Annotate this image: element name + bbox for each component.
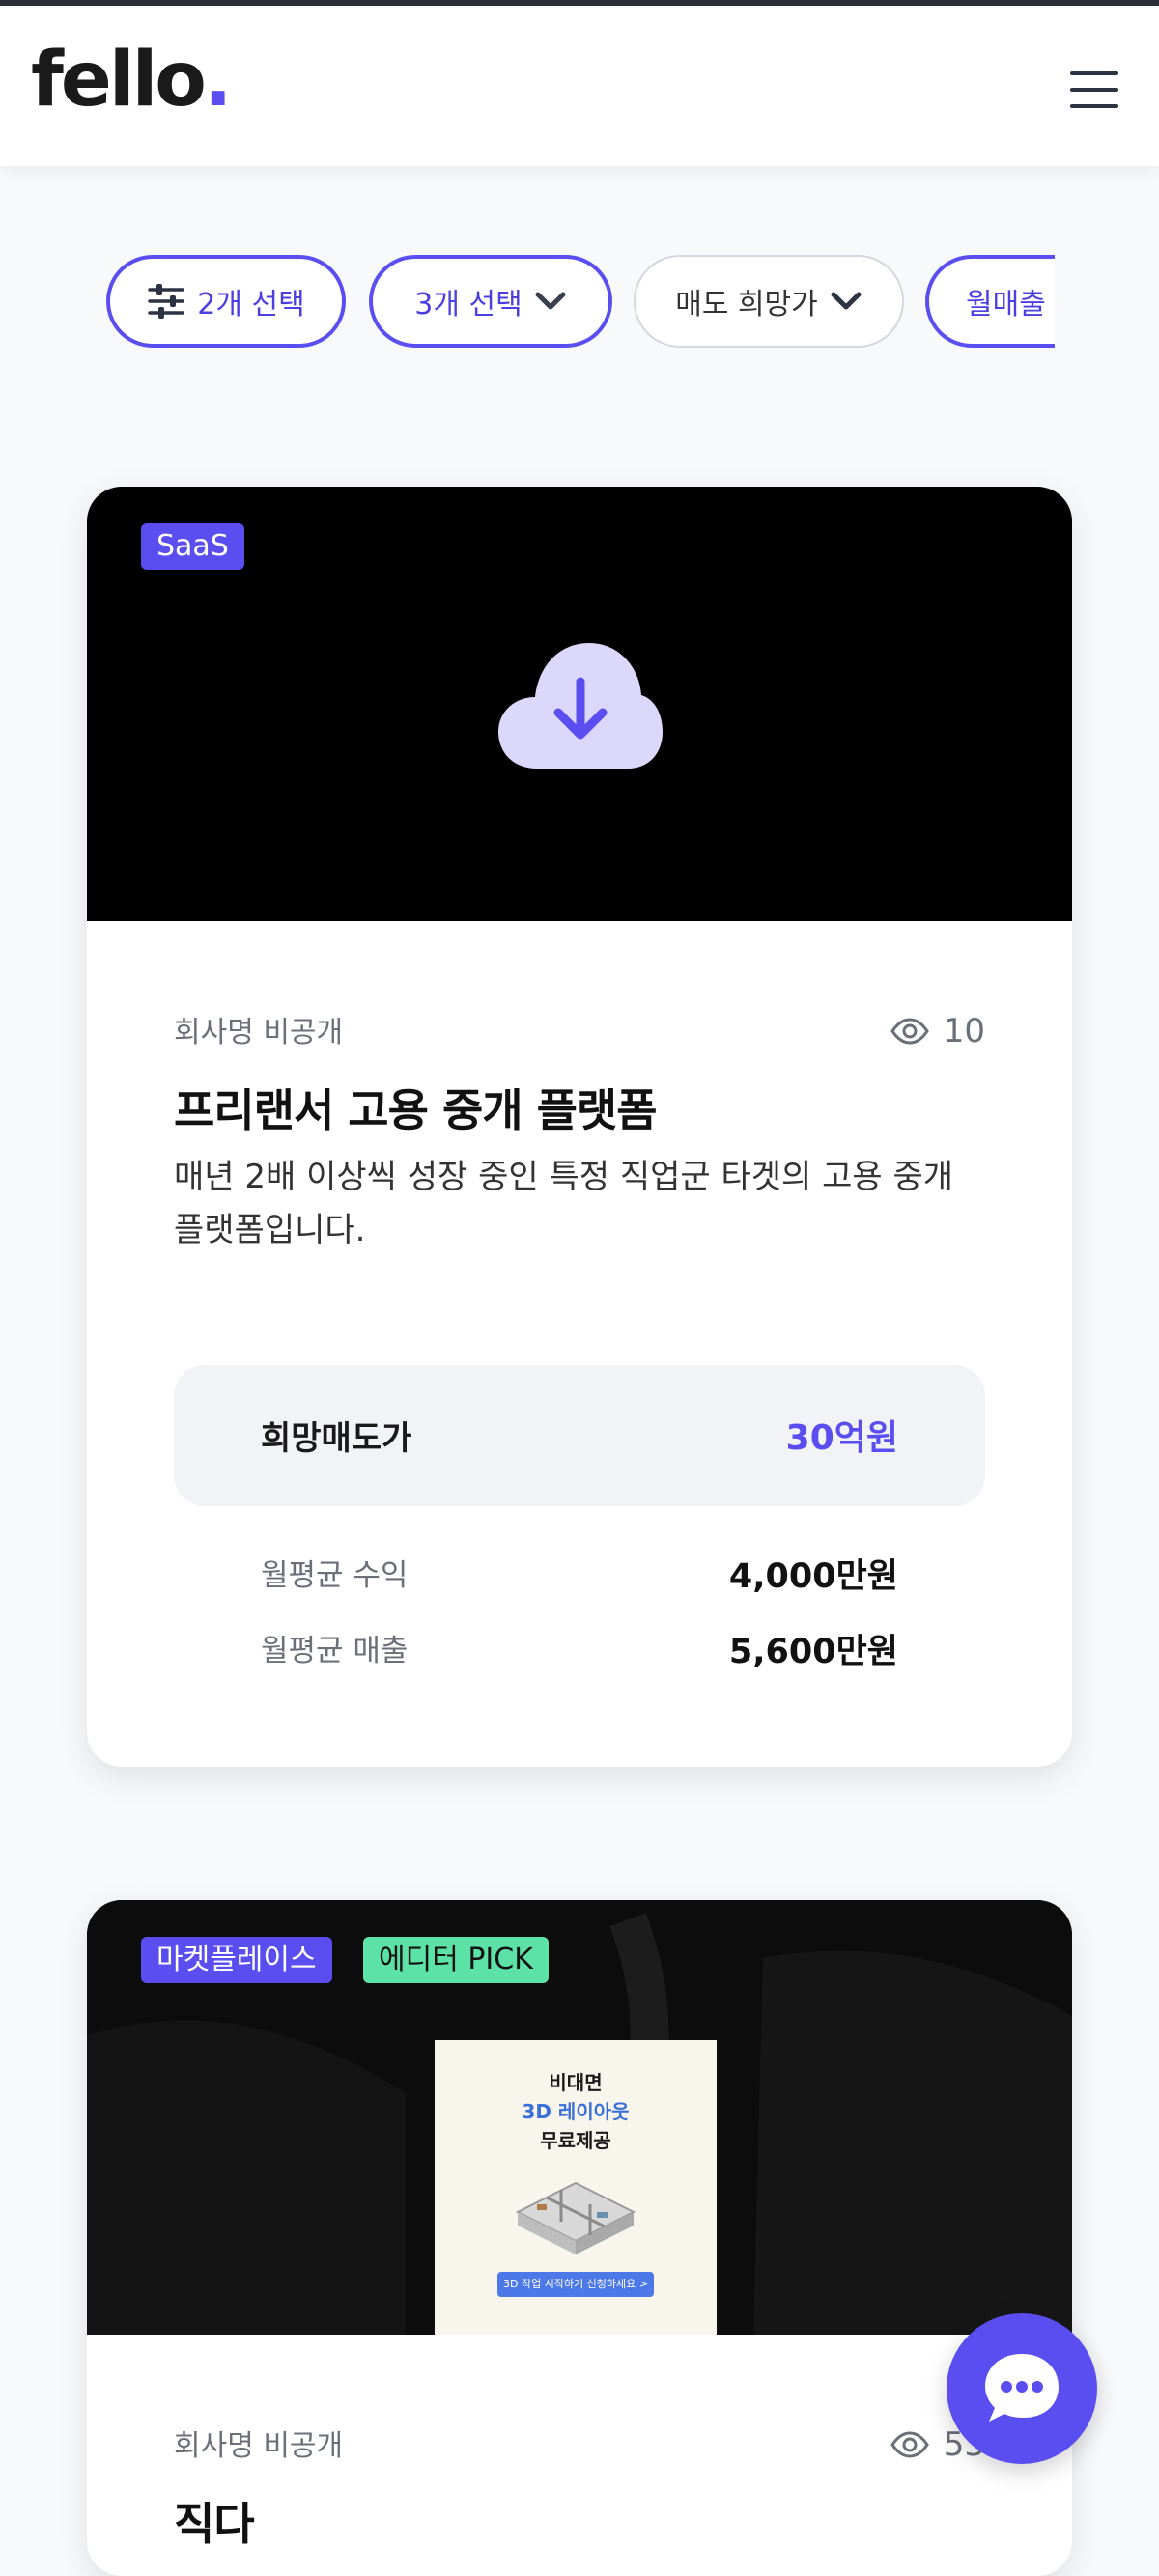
company-name: 회사명 비공개 <box>174 1016 344 1050</box>
asking-price-value: 30억원 <box>785 1418 898 1458</box>
fello-logo[interactable]: fello. <box>31 42 233 118</box>
monthly-profit-value: 4,000만원 <box>728 1557 898 1596</box>
filter-chip-asking-price[interactable]: 매도 희망가 <box>634 255 904 348</box>
hamburger-menu-icon[interactable] <box>1070 71 1120 110</box>
asking-price-label: 희망매도가 <box>261 1419 412 1458</box>
poster-cta: 3D 작업 시작하기 신청하세요 > <box>497 2272 654 2297</box>
floorplan-3d-illustration <box>515 2181 636 2254</box>
poster-line: 무료제공 <box>540 2129 611 2152</box>
promo-poster-image: 비대면 3D 레이아웃 무료제공 3D 작업 시작하기 신청하세요 > <box>435 2040 717 2335</box>
chevron-down-icon <box>535 292 566 310</box>
category-badge: SaaS <box>141 523 244 570</box>
eye-icon <box>890 2431 929 2458</box>
view-count: 10 <box>890 1012 985 1050</box>
filter-chip-label: 2개 선택 <box>197 288 305 322</box>
filter-chip-label: 월매출 <box>966 288 1046 322</box>
monthly-revenue-label: 월평균 매출 <box>261 1634 409 1668</box>
category-badge: 마켓플레이스 <box>141 1937 332 1983</box>
chat-bubble-icon <box>985 2354 1059 2422</box>
filter-chip-industry[interactable]: 3개 선택 <box>369 255 612 348</box>
listing-card[interactable]: 마켓플레이스 에디터 PICK 비대면 3D 레이아웃 무료제공 3D 작업 시… <box>87 1900 1072 2576</box>
eye-icon <box>890 1018 929 1045</box>
listing-thumbnail: SaaS <box>87 487 1072 921</box>
listing-card[interactable]: SaaS 회사명 비공개 10 프리랜서 고용 중개 플랫폼 매년 2배 이상씩… <box>87 487 1072 1767</box>
filter-chip-label: 매도 희망가 <box>675 288 818 322</box>
filter-chip-label: 3개 선택 <box>414 288 523 322</box>
listing-description: 매년 2배 이상씩 성장 중인 특정 직업군 타겟의 고용 중개 플랫폼입니다. <box>174 1158 954 1249</box>
listing-thumbnail: 마켓플레이스 에디터 PICK 비대면 3D 레이아웃 무료제공 3D 작업 시… <box>87 1900 1072 2335</box>
filter-chip-monthly-revenue[interactable]: 월매출 <box>925 255 1055 348</box>
sliders-icon <box>148 284 185 319</box>
view-count-value: 10 <box>943 1012 985 1050</box>
monthly-revenue-value: 5,600만원 <box>728 1633 898 1671</box>
listing-title: 프리랜서 고용 중개 플랫폼 <box>174 1084 658 1136</box>
asking-price-box: 희망매도가 30억원 <box>174 1365 985 1506</box>
filter-bar: 2개 선택 3개 선택 매도 희망가 월매출 <box>0 255 1055 355</box>
monthly-profit-label: 월평균 수익 <box>261 1558 409 1593</box>
cloud-download-icon <box>498 643 663 769</box>
chevron-down-icon <box>831 292 862 310</box>
filter-chip-category[interactable]: 2개 선택 <box>106 255 346 348</box>
company-name: 회사명 비공개 <box>174 2429 344 2463</box>
editor-pick-badge: 에디터 PICK <box>363 1937 549 1983</box>
chat-button[interactable] <box>947 2313 1097 2464</box>
poster-line: 3D 레이아웃 <box>522 2100 630 2123</box>
site-header: fello. <box>0 6 1159 166</box>
listing-title: 직다 <box>174 2498 255 2550</box>
poster-line: 비대면 <box>549 2071 603 2094</box>
